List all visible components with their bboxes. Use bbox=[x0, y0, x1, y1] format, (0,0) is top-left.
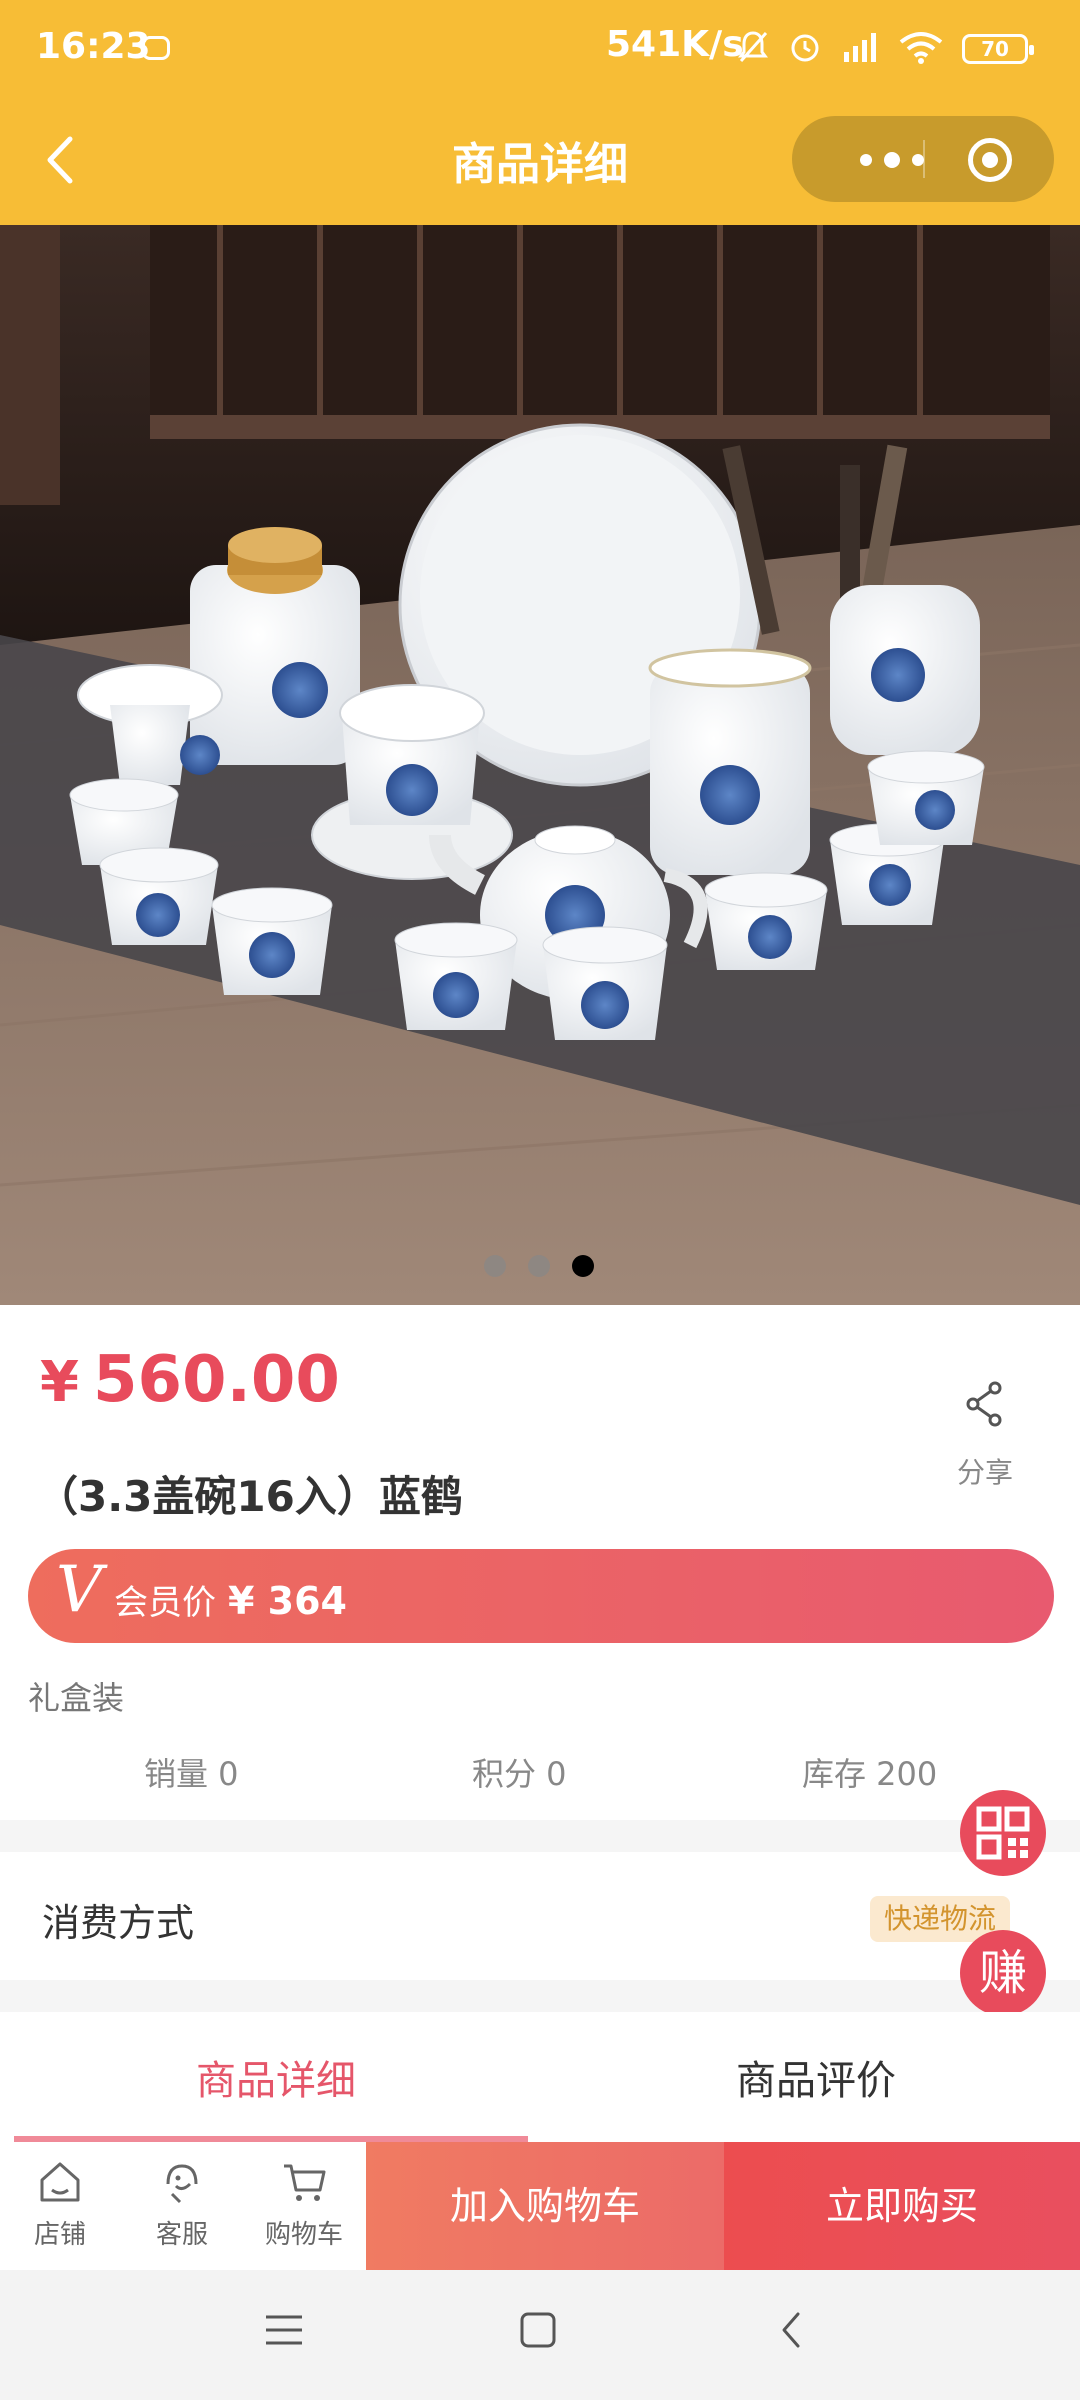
tab-product-details[interactable]: 商品详细 bbox=[196, 2048, 356, 2106]
member-price-banner: V 会员价 ¥ 364 bbox=[28, 1549, 1054, 1643]
vip-badge: V bbox=[56, 1553, 103, 1627]
capsule-divider bbox=[923, 140, 925, 178]
status-bar: 16:23 541K/s 70 bbox=[0, 0, 1080, 96]
shopping-cart-icon bbox=[284, 2164, 326, 2201]
product-info-card: ¥560.00 分享 （3.3盖碗16入）蓝鹤 V 会员价 ¥ 364 礼盒装 销… bbox=[0, 1305, 1080, 1820]
network-speed: 541K/s bbox=[606, 24, 744, 65]
signal-icon bbox=[844, 33, 876, 62]
back-key-icon[interactable] bbox=[770, 2308, 814, 2352]
top-bar: 16:23 541K/s 70 商品详细 bbox=[0, 0, 1080, 225]
gallery-dot[interactable] bbox=[484, 1255, 506, 1277]
shop-label: 店铺 bbox=[33, 2220, 86, 2250]
qr-code-button[interactable] bbox=[960, 1790, 1046, 1876]
cart-button[interactable]: 购物车 bbox=[244, 2142, 364, 2270]
earn-button[interactable]: 赚 bbox=[960, 1930, 1046, 2016]
delivery-method-label: 消费方式 bbox=[42, 1901, 195, 1945]
product-stats: 销量 0 积分 0 库存 200 bbox=[0, 1749, 1080, 1799]
product-image-gallery[interactable] bbox=[0, 225, 1080, 1305]
menu-key-icon[interactable] bbox=[262, 2308, 306, 2352]
battery-indicator: 70 bbox=[962, 34, 1034, 64]
qr-code-icon bbox=[976, 1806, 1030, 1860]
product-title: （3.3盖碗16入）蓝鹤 bbox=[36, 1472, 463, 1521]
add-to-cart-button[interactable]: 加入购物车 bbox=[366, 2142, 724, 2270]
share-icon bbox=[966, 1381, 1002, 1427]
cart-label: 购物车 bbox=[264, 2220, 343, 2250]
stock-count: 库存 200 bbox=[802, 1755, 938, 1793]
customer-service-button[interactable]: 客服 bbox=[122, 2142, 242, 2270]
member-price-label: 会员价 bbox=[114, 1583, 216, 1623]
points-value: 积分 0 bbox=[472, 1755, 567, 1793]
tab-product-reviews[interactable]: 商品评价 bbox=[736, 2048, 896, 2106]
currency-symbol: ¥ bbox=[40, 1350, 79, 1415]
price-value: 560.00 bbox=[92, 1343, 340, 1417]
share-label: 分享 bbox=[956, 1456, 1013, 1489]
alarm-icon bbox=[791, 34, 819, 62]
gallery-pagination bbox=[0, 1255, 1080, 1279]
customer-service-icon bbox=[166, 2164, 198, 2204]
shop-button[interactable]: 店铺 bbox=[0, 2142, 120, 2270]
sales-count: 销量 0 bbox=[144, 1755, 239, 1793]
detail-tabs: 商品详细 商品评价 bbox=[0, 2012, 1080, 2142]
member-price-value: ¥ 364 bbox=[228, 1579, 347, 1623]
chat-notification-icon bbox=[142, 36, 170, 60]
buy-now-button[interactable]: 立即购买 bbox=[724, 2142, 1080, 2270]
mini-program-capsule bbox=[792, 116, 1054, 202]
system-navigation-bar bbox=[0, 2270, 1080, 2400]
package-type: 礼盒装 bbox=[28, 1679, 125, 1717]
home-key-icon[interactable] bbox=[516, 2308, 560, 2352]
wifi-icon bbox=[899, 32, 943, 64]
product-price: ¥560.00 bbox=[40, 1343, 340, 1417]
tea-set-photo bbox=[0, 225, 1080, 1305]
share-button[interactable]: 分享 bbox=[940, 1381, 1030, 1491]
customer-service-label: 客服 bbox=[155, 2220, 208, 2250]
gallery-dot-active[interactable] bbox=[572, 1255, 594, 1277]
delivery-method-row[interactable]: 消费方式 快递物流 bbox=[0, 1852, 1080, 1980]
more-options-icon[interactable] bbox=[832, 116, 972, 202]
gallery-dot[interactable] bbox=[528, 1255, 550, 1277]
mute-bell-icon bbox=[738, 31, 768, 62]
shop-icon bbox=[40, 2162, 80, 2202]
close-mini-program-icon[interactable] bbox=[968, 138, 1012, 182]
bottom-action-bar: 店铺 客服 购物车 加入购物车 立即购买 bbox=[0, 2142, 1080, 2270]
member-price-text: 会员价 ¥ 364 bbox=[114, 1575, 347, 1624]
status-time: 16:23 bbox=[36, 26, 151, 67]
